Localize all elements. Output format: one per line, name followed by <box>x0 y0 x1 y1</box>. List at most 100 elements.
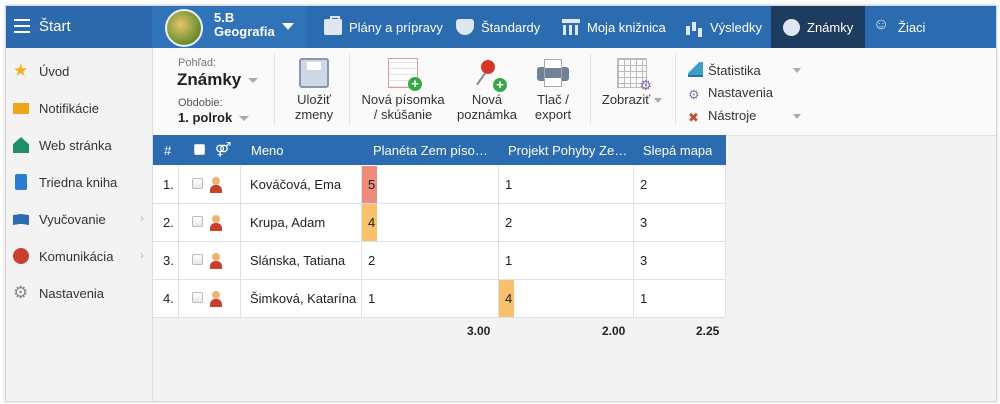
printer-icon <box>537 58 569 88</box>
save-label-2: zmeny <box>294 107 334 122</box>
grade-cell[interactable]: 4 <box>499 280 634 317</box>
period-label: Obdobie: <box>178 97 223 109</box>
show-label: Zobraziť <box>601 92 651 107</box>
chevron-down-icon <box>239 116 250 122</box>
grade-cell[interactable]: 3 <box>634 242 726 279</box>
student-name[interactable]: Slánska, Tatiana <box>250 253 345 268</box>
nav-students-label: Žiaci <box>898 19 926 35</box>
gears-icon: ⚙ <box>688 87 700 102</box>
hamburger-menu-icon[interactable] <box>14 19 30 33</box>
view-label: Pohľad: <box>178 57 217 69</box>
new-exam-label-2: / skúšanie <box>373 107 433 122</box>
nav-library[interactable]: Moja knižnica <box>562 6 682 48</box>
app-window: Štart 5.B Geografia Plány a prípravy Šta… <box>5 5 997 402</box>
table-header: # ⚤ Meno Planéta Zem píso… Projekt Pohyb… <box>153 135 726 165</box>
nav-standards[interactable]: Štandardy <box>454 6 566 48</box>
sidebar-item-communication[interactable]: Komunikácia › <box>6 238 152 275</box>
sidebar-item-label: Vyučovanie <box>39 212 106 227</box>
sidebar: ★ Úvod Notifikácie Web stránka Triedna k… <box>6 48 153 401</box>
print-export-button[interactable]: Tlač / export <box>530 58 576 122</box>
select-all-checkbox[interactable] <box>194 144 205 155</box>
new-note-label-2: poznámka <box>457 107 517 122</box>
sidebar-item-notifications[interactable]: Notifikácie <box>6 90 152 127</box>
chevron-down-icon <box>248 78 259 84</box>
grade-cell[interactable]: 2 <box>362 242 499 279</box>
grade-cell[interactable]: 5 <box>362 166 499 203</box>
grade-cell[interactable]: 2 <box>634 166 726 203</box>
envelope-icon <box>13 103 29 114</box>
row-checkbox[interactable] <box>192 254 203 265</box>
student-icon <box>209 253 223 269</box>
toolbar-divider <box>675 54 676 124</box>
nav-students[interactable]: Žiaci <box>873 6 953 48</box>
table-row[interactable]: 1. Kováčová, Ema 5 1 2 <box>153 166 726 204</box>
menu-tools[interactable]: ✖ Nástroje <box>688 108 801 125</box>
chevron-right-icon: › <box>140 248 144 262</box>
header-col2[interactable]: Projekt Pohyby Ze… <box>508 143 633 158</box>
tools-icon: ✖ <box>688 110 699 125</box>
new-exam-button[interactable]: + Nová písomka / skúšanie <box>358 58 448 122</box>
menu-statistics[interactable]: Štatistika <box>688 62 801 78</box>
sidebar-item-settings[interactable]: ⚙ Nastavenia <box>6 275 152 312</box>
table-row[interactable]: 2. Krupa, Adam 4 2 3 <box>153 204 726 242</box>
toolbar: Pohľad: Známky Obdobie: 1. polrok Uložiť… <box>153 48 996 136</box>
menu-settings[interactable]: ⚙ Nastavenia <box>688 85 773 102</box>
student-name[interactable]: Kováčová, Ema <box>250 177 341 192</box>
nav-plans-label: Plány a prípravy <box>349 19 443 35</box>
house-icon <box>13 137 29 153</box>
grid-settings-icon <box>617 58 652 93</box>
area-chart-icon <box>688 62 703 77</box>
show-dropdown-button[interactable]: Zobraziť <box>599 58 665 107</box>
table-row[interactable]: 4. Šimková, Katarína 1 4 1 <box>153 280 726 318</box>
subject-globe-icon <box>165 9 203 47</box>
row-checkbox[interactable] <box>192 292 203 303</box>
new-note-label-1: Nová <box>471 92 503 107</box>
table-row[interactable]: 3. Slánska, Tatiana 2 1 3 <box>153 242 726 280</box>
gender-icon[interactable]: ⚤ <box>215 141 231 158</box>
sidebar-item-class-book[interactable]: Triedna kniha <box>6 164 152 201</box>
period-value: 1. polrok <box>178 110 233 125</box>
row-number: 3. <box>163 253 174 268</box>
row-number: 2. <box>163 215 174 230</box>
sidebar-item-label: Komunikácia <box>39 249 114 264</box>
bar-chart-icon <box>685 19 703 35</box>
start-label[interactable]: Štart <box>39 18 71 35</box>
chevron-right-icon: › <box>140 211 144 225</box>
header-name[interactable]: Meno <box>251 143 284 158</box>
row-checkbox[interactable] <box>192 216 203 227</box>
shield-icon <box>456 19 474 35</box>
grade-cell[interactable]: 4 <box>362 204 499 241</box>
top-bar: Štart 5.B Geografia Plány a prípravy Šta… <box>6 6 996 48</box>
grade-cell[interactable]: 1 <box>499 166 634 203</box>
class-selector[interactable]: 5.B Geografia <box>152 6 307 48</box>
nav-results[interactable]: Výsledky <box>685 6 775 48</box>
start-menu[interactable]: Štart <box>6 6 152 48</box>
nav-grades[interactable]: Známky <box>771 6 865 48</box>
students-icon <box>873 16 891 35</box>
grade-cell[interactable]: 1 <box>634 280 726 317</box>
new-note-button[interactable]: + Nová poznámka <box>453 58 521 122</box>
sidebar-item-teaching[interactable]: Vyučovanie › <box>6 201 152 238</box>
period-selector[interactable]: 1. polrok <box>178 110 250 125</box>
grade-cell[interactable]: 1 <box>362 280 499 317</box>
sidebar-item-website[interactable]: Web stránka <box>6 127 152 164</box>
student-icon <box>209 291 223 307</box>
student-name[interactable]: Krupa, Adam <box>250 215 325 230</box>
grade-cell[interactable]: 3 <box>634 204 726 241</box>
view-value: Známky <box>177 70 242 89</box>
open-book-icon <box>13 214 29 225</box>
sidebar-item-uvod[interactable]: ★ Úvod <box>6 53 152 90</box>
header-col1[interactable]: Planéta Zem píso… <box>373 143 493 158</box>
averages-row: 3.00 2.00 2.25 <box>153 318 726 348</box>
row-number: 4. <box>163 291 174 306</box>
view-selector[interactable]: Známky <box>177 70 259 90</box>
nav-plans[interactable]: Plány a prípravy <box>316 6 470 48</box>
student-name[interactable]: Šimková, Katarína <box>250 291 356 306</box>
chevron-down-icon <box>793 68 801 73</box>
row-checkbox[interactable] <box>192 178 203 189</box>
save-button[interactable]: Uložiť zmeny <box>287 58 341 122</box>
grade-cell[interactable]: 2 <box>499 204 634 241</box>
chevron-down-icon[interactable] <box>282 23 294 30</box>
grade-cell[interactable]: 1 <box>499 242 634 279</box>
header-col3[interactable]: Slepá mapa <box>643 143 712 158</box>
